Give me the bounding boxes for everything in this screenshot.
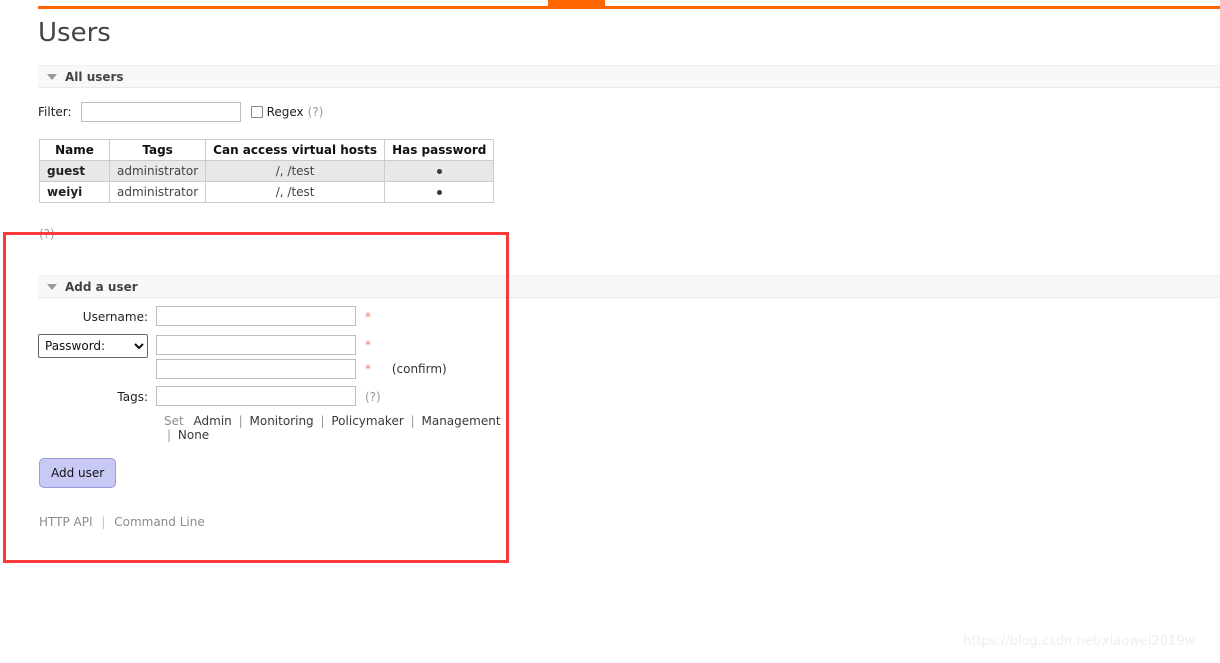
tag-separator: | [410,414,415,428]
table-row[interactable]: weiyi administrator /, /test [39,181,495,203]
tags-row: Tags: (?) [38,386,508,408]
required-asterisk: * [365,338,371,352]
page-title: Users [38,18,111,48]
cell-user-has-password [384,181,495,203]
tags-input[interactable] [156,386,356,406]
required-asterisk: * [365,362,371,376]
http-api-link[interactable]: HTTP API [39,515,93,529]
username-required-note: * [356,306,371,328]
regex-label: Regex [266,105,304,119]
password-row: Password: Password hash: * * (confirm) [38,334,508,380]
password-confirm-note: * (confirm) [356,358,447,380]
username-input-wrap [156,306,356,326]
tag-separator: | [238,414,243,428]
section-header-add-user[interactable]: Add a user [38,275,1220,298]
column-header-tags[interactable]: Tags [108,139,207,161]
tag-preset-none[interactable]: None [178,428,209,442]
watermark: https://blog.csdn.net/xiaowei2019w [963,634,1196,649]
top-nav-bar [0,0,1220,9]
password-input[interactable] [156,335,356,355]
cell-user-vhosts: /, /test [205,181,386,203]
password-confirm-field-line: * (confirm) [156,358,447,380]
section-header-all-users[interactable]: All users [38,65,1220,88]
tags-input-wrap [156,386,356,406]
filter-input[interactable] [80,102,241,122]
cell-user-tags: administrator [108,160,207,182]
table-row[interactable]: guest administrator /, /test [39,160,495,182]
regex-checkbox-group[interactable]: Regex (?) [250,105,324,119]
has-password-dot-icon [436,169,442,174]
column-header-vhosts[interactable]: Can access virtual hosts [205,139,386,161]
tags-set-word: Set [164,414,184,428]
cell-user-name[interactable]: weiyi [39,181,110,203]
filter-row: Filter: Regex (?) [38,101,323,123]
tag-separator: | [167,428,172,442]
cell-user-vhosts: /, /test [205,160,386,182]
users-table: Name Tags Can access virtual hosts Has p… [39,139,495,203]
tags-help-link[interactable]: (?) [365,390,381,404]
password-fields-stack: * * (confirm) [156,334,447,380]
username-row: Username: * [38,306,508,328]
footer-separator: | [101,515,106,529]
regex-checkbox[interactable] [250,106,263,118]
column-header-name[interactable]: Name [39,139,110,161]
add-user-button[interactable]: Add user [39,458,117,488]
tag-preset-monitoring[interactable]: Monitoring [250,414,314,428]
table-header-row: Name Tags Can access virtual hosts Has p… [39,139,495,161]
tag-preset-management[interactable]: Management [421,414,500,428]
add-user-form: Username: * Password: Password hash: * [38,306,508,442]
table-help-link[interactable]: (?) [39,227,55,241]
column-header-has-password[interactable]: Has password [384,139,495,161]
regex-help-link[interactable]: (?) [308,105,324,119]
form-footer-links: HTTP API | Command Line [39,515,205,529]
password-type-select[interactable]: Password: Password hash: [38,334,148,358]
filter-label: Filter: [38,105,72,119]
tags-help-wrap: (?) [356,386,381,408]
triangle-down-icon [47,283,57,290]
command-line-link[interactable]: Command Line [114,515,205,529]
tag-separator: | [320,414,325,428]
triangle-down-icon [47,73,57,80]
section-header-label: All users [65,69,124,84]
section-header-label: Add a user [65,279,138,294]
password-confirm-input[interactable] [156,359,356,379]
username-input[interactable] [156,306,356,326]
password-type-select-wrap: Password: Password hash: [38,334,156,358]
tag-preset-policymaker[interactable]: Policymaker [331,414,403,428]
required-asterisk: * [365,310,371,324]
tags-preset-links: Set Admin | Monitoring | Policymaker | M… [164,414,508,442]
cell-user-tags: administrator [108,181,207,203]
has-password-dot-icon [436,190,442,195]
active-tab-indicator[interactable] [548,0,605,9]
password-required-note: * [356,334,371,356]
username-label: Username: [82,310,148,324]
cell-user-name[interactable]: guest [39,160,110,182]
nav-underline [38,6,1220,9]
tags-label: Tags: [117,390,148,404]
password-field-line: * [156,334,447,356]
confirm-label: (confirm) [391,362,447,376]
tag-preset-admin[interactable]: Admin [194,414,232,428]
cell-user-has-password [384,160,495,182]
